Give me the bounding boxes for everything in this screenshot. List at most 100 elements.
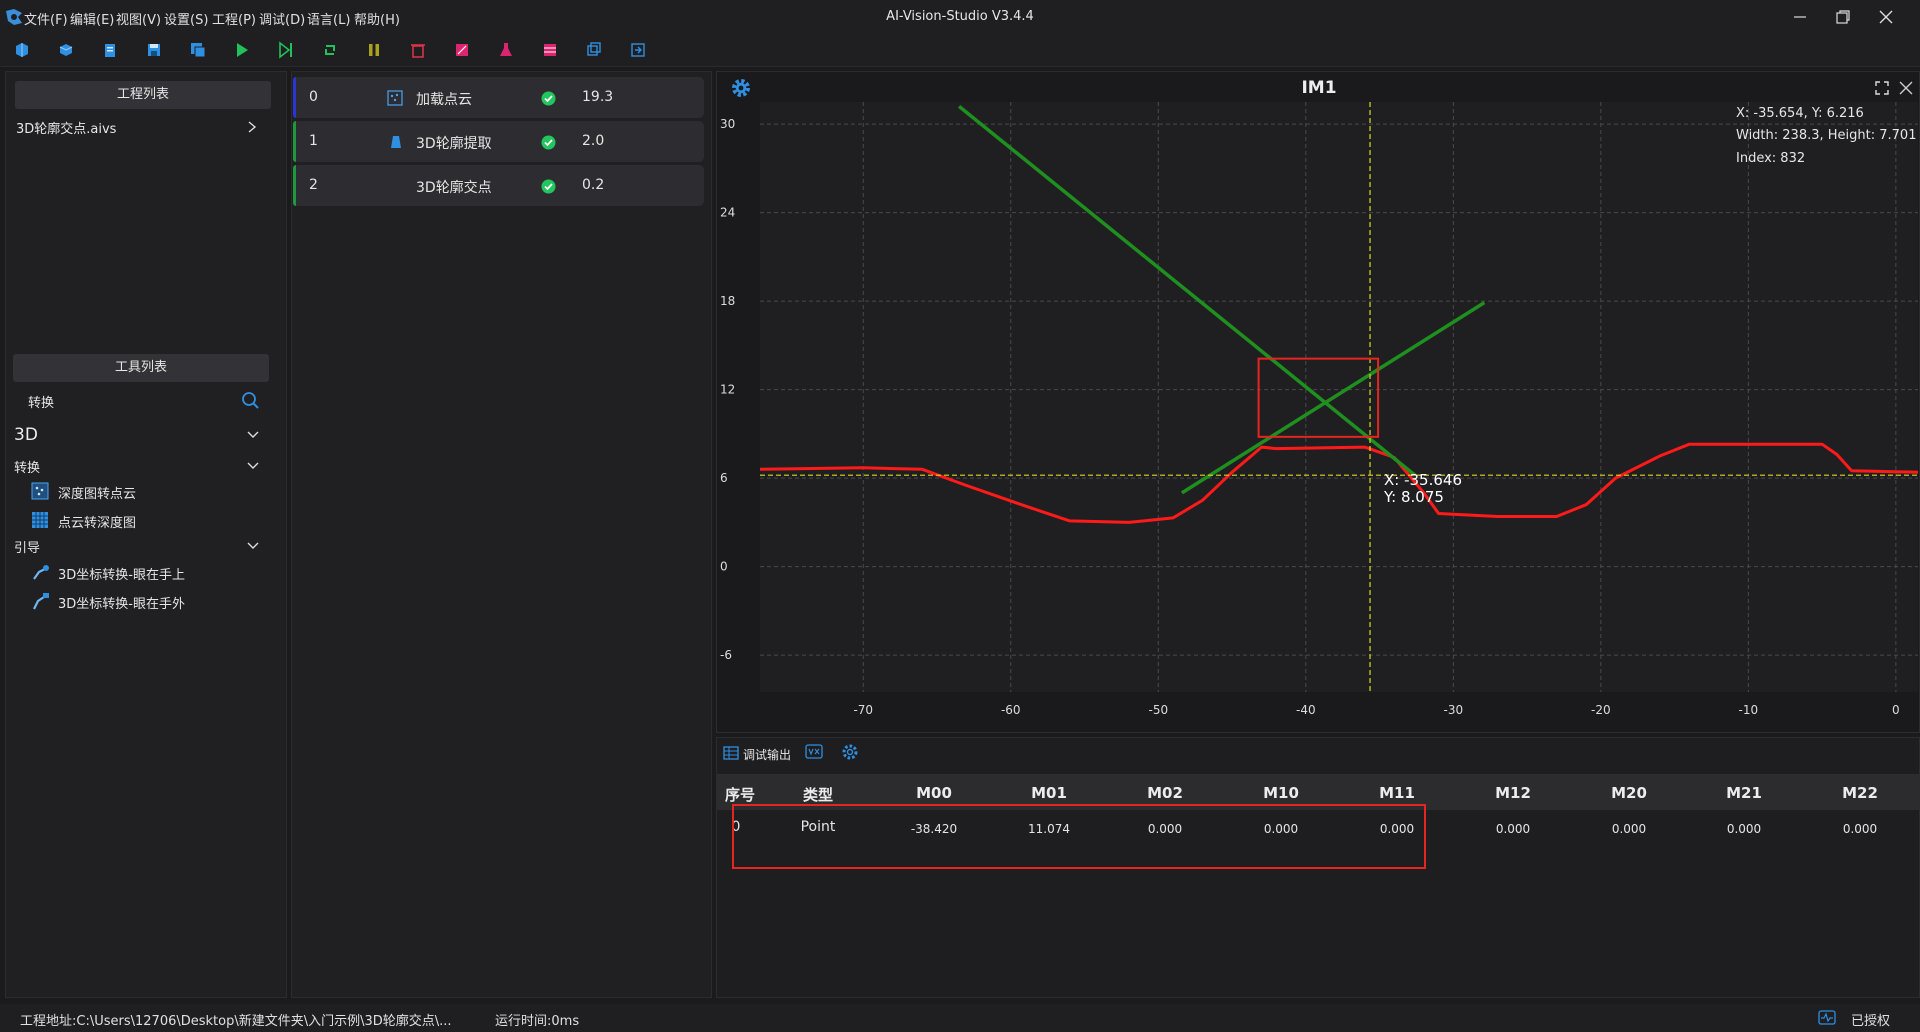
- debug-output-tab[interactable]: 调试输出: [743, 746, 791, 763]
- settings-gear-icon[interactable]: [841, 743, 859, 761]
- monitor-pulse-icon[interactable]: [1818, 1010, 1836, 1026]
- tool-e-button[interactable]: [627, 39, 649, 61]
- check-ok-icon: [541, 91, 556, 106]
- save-as-icon: [191, 43, 206, 58]
- run-button[interactable]: [231, 39, 253, 61]
- save-as-button[interactable]: [187, 39, 209, 61]
- chevron-right-icon[interactable]: [246, 120, 258, 134]
- flow-node-index: 2: [309, 177, 318, 193]
- col-header-m02: M02: [1147, 784, 1183, 802]
- cell-m20: 0.000: [1611, 822, 1647, 836]
- runtime-label: 运行时间:0ms: [495, 1014, 580, 1029]
- restore-button[interactable]: [1823, 4, 1863, 30]
- tool-c-button[interactable]: [539, 39, 561, 61]
- col-header-m00: M00: [916, 784, 952, 802]
- x-tick-label: -40: [1296, 703, 1316, 717]
- chevron-down-icon[interactable]: [246, 430, 260, 440]
- category-3d[interactable]: 3D: [14, 425, 38, 445]
- group-guide[interactable]: 引导: [14, 537, 40, 556]
- loop-run-button[interactable]: [319, 39, 341, 61]
- play-icon: [237, 43, 248, 57]
- flow-node-index: 1: [309, 133, 318, 149]
- cube-new-icon: [16, 43, 28, 57]
- save-button[interactable]: [143, 39, 165, 61]
- save-icon: [148, 44, 160, 56]
- tool-item-depth-to-cloud[interactable]: 深度图转点云: [58, 483, 136, 502]
- license-status: 已授权: [1851, 1014, 1891, 1029]
- project-file-item[interactable]: 3D轮廓交点.aivs: [16, 118, 116, 137]
- depth-to-cloud-icon: [31, 482, 49, 500]
- col-header-m20: M20: [1611, 784, 1647, 802]
- x-tick-label: -30: [1444, 703, 1464, 717]
- flask-icon: [500, 43, 512, 56]
- calibration-icon: [456, 44, 468, 56]
- variable-icon[interactable]: [805, 744, 823, 760]
- document-icon: [105, 44, 115, 57]
- y-tick-label: 6: [720, 471, 728, 485]
- restore-icon: [1836, 10, 1850, 24]
- run-once-button[interactable]: [275, 39, 297, 61]
- flow-node-time: 0.2: [582, 177, 605, 193]
- y-tick-label: 0: [720, 560, 728, 574]
- left-panel: 工程列表 3D轮廓交点.aivs 工具列表 转换 3D 转换 深度图转点云 点云…: [5, 71, 287, 998]
- close-window-button[interactable]: [1866, 4, 1906, 30]
- title-bar: 文件(F) 编辑(E) 视图(V) 设置(S) 工程(P) 调试(D) 语言(L…: [0, 0, 1920, 34]
- chevron-down-icon[interactable]: [246, 461, 260, 471]
- loop-icon: [325, 45, 335, 55]
- delete-button[interactable]: [407, 39, 429, 61]
- col-header-m11: M11: [1379, 784, 1415, 802]
- fullscreen-icon[interactable]: [1874, 80, 1890, 96]
- col-header-m21: M21: [1726, 784, 1762, 802]
- col-header-index: 序号: [724, 786, 755, 804]
- chevron-down-icon[interactable]: [246, 541, 260, 551]
- flow-node-name: 3D轮廓提取: [416, 136, 492, 152]
- step-icon: [279, 41, 292, 59]
- flow-node-contour-intersection[interactable]: 2 3D轮廓交点 0.2: [293, 165, 704, 206]
- table-icon: [723, 746, 739, 760]
- x-tick-label: -70: [853, 703, 873, 717]
- flow-node-bar: [293, 165, 296, 206]
- y-tick-label: 18: [720, 294, 735, 308]
- check-ok-icon: [541, 179, 556, 194]
- pause-icon: [369, 44, 379, 56]
- close-viewer-icon[interactable]: [1898, 80, 1914, 96]
- robot-arm-icon: [33, 565, 49, 580]
- flow-node-bar: [293, 121, 296, 162]
- status-bar: 工程地址:C:\Users\12706\Desktop\新建文件夹\入门示例\3…: [0, 1004, 1920, 1032]
- point-cloud-chart[interactable]: 30 24 18 12 6 0 -6 -70 -60 -50 -40 -30 -20 -10 0 X: -…: [716, 100, 1920, 730]
- cloud-to-depth-icon: [32, 512, 48, 528]
- tool-search-input[interactable]: 转换: [28, 392, 54, 411]
- group-convert[interactable]: 转换: [14, 457, 40, 476]
- y-axis: 30 24 18 12 6 0 -6: [720, 117, 735, 662]
- flow-node-selected-bar: [293, 77, 296, 118]
- contour-icon: [391, 136, 401, 148]
- flow-node-load-cloud[interactable]: 0 加载点云 19.3: [293, 77, 704, 118]
- x-tick-label: -50: [1148, 703, 1168, 717]
- new-project-button[interactable]: [11, 39, 33, 61]
- x-axis: -70 -60 -50 -40 -30 -20 -10 0: [853, 703, 1899, 717]
- flow-node-time: 2.0: [582, 133, 605, 149]
- tool-item-eye-in-hand[interactable]: 3D坐标转换-眼在手上: [58, 564, 185, 583]
- cell-m12: 0.000: [1495, 822, 1531, 836]
- y-tick-label: 24: [720, 206, 735, 220]
- cube-open-icon: [59, 44, 73, 56]
- minimize-button[interactable]: [1780, 4, 1820, 30]
- copy-icon: [587, 42, 601, 56]
- import-button[interactable]: [99, 39, 121, 61]
- tool-search-box[interactable]: 转换: [13, 386, 269, 416]
- flow-node-name: 3D轮廓交点: [416, 180, 492, 196]
- tool-item-eye-to-hand[interactable]: 3D坐标转换-眼在手外: [58, 593, 185, 612]
- point-cloud-icon: [387, 90, 403, 106]
- chart-plot-area: [760, 102, 1918, 692]
- tool-b-button[interactable]: [495, 39, 517, 61]
- pause-button[interactable]: [363, 39, 385, 61]
- flow-node-extract-contour[interactable]: 1 3D轮廓提取 2.0: [293, 121, 704, 162]
- col-header-m01: M01: [1031, 784, 1067, 802]
- y-tick-label: 12: [720, 383, 735, 397]
- tool-item-cloud-to-depth[interactable]: 点云转深度图: [58, 512, 136, 531]
- col-header-type: 类型: [802, 786, 833, 804]
- search-icon[interactable]: [241, 391, 261, 411]
- open-project-button[interactable]: [55, 39, 77, 61]
- tool-d-button[interactable]: [583, 39, 605, 61]
- tool-a-button[interactable]: [451, 39, 473, 61]
